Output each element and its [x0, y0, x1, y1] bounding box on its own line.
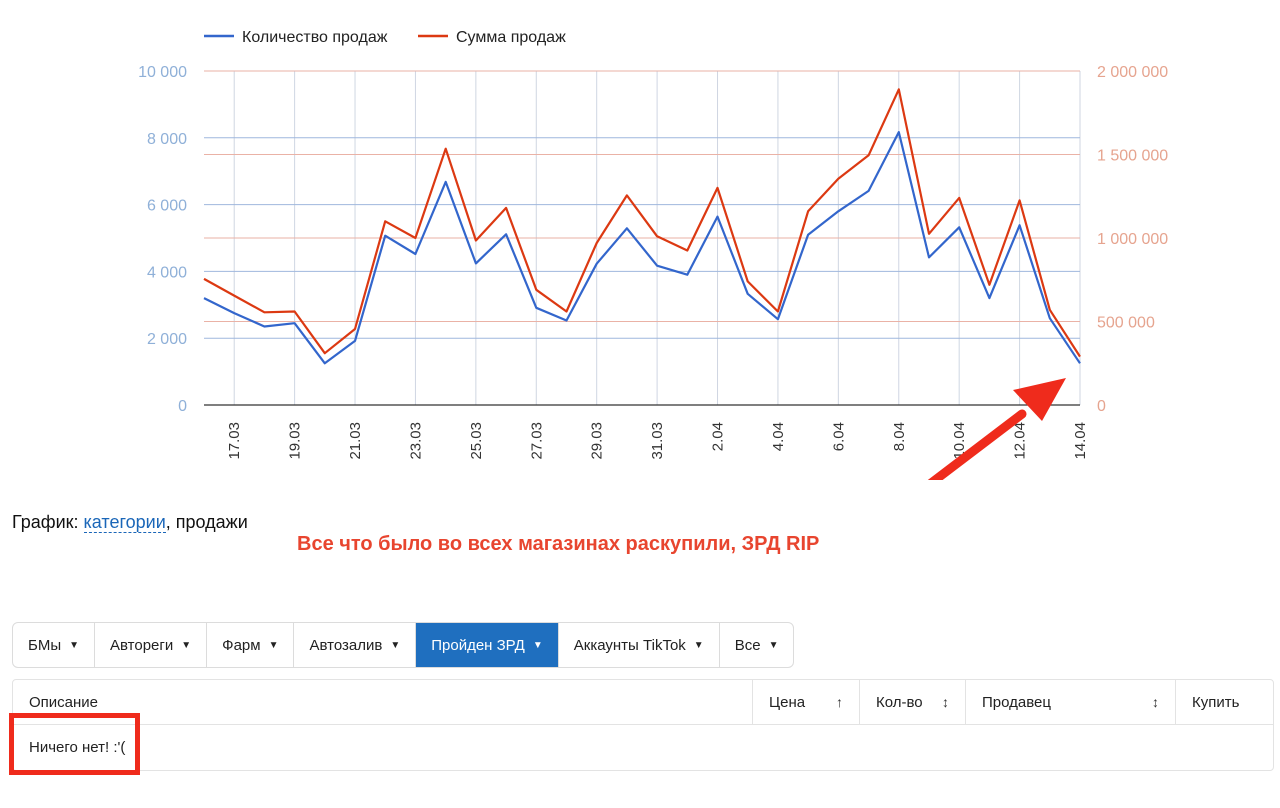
column-price[interactable]: Цена ↑ — [752, 680, 859, 724]
empty-state-text: Ничего нет! :'( — [29, 739, 126, 756]
caret-down-icon: ▼ — [532, 639, 543, 651]
tab-label: Все — [734, 636, 761, 654]
y-right-tick-label: 1 000 000 — [1097, 231, 1168, 248]
categories-link[interactable]: категории — [83, 512, 166, 533]
graph-caption-suffix: , продажи — [165, 512, 248, 532]
table-header: Описание Цена ↑ Кол-во ↕ Продавец ↕ Купи… — [13, 680, 1273, 725]
column-description[interactable]: Описание — [13, 680, 752, 724]
x-tick-label: 27.03 — [528, 422, 545, 460]
caret-down-icon: ▼ — [768, 639, 779, 651]
series-line-sum — [203, 88, 1081, 358]
x-tick-label: 29.03 — [589, 422, 606, 460]
x-tick-label: 21.03 — [347, 422, 364, 460]
y-left-tick-label: 8 000 — [147, 131, 187, 148]
y-right-tick-label: 0 — [1097, 398, 1106, 415]
column-seller[interactable]: Продавец ↕ — [965, 680, 1175, 724]
y-left-tick-label: 0 — [178, 398, 187, 415]
column-label: Описание — [29, 693, 99, 711]
chart-series — [203, 88, 1081, 365]
sort-toggle-icon: ↕ — [942, 694, 949, 710]
tab-tiktok-accounts[interactable]: Аккаунты TikTok ▼ — [559, 623, 720, 667]
y-right-tick-label: 2 000 000 — [1097, 64, 1168, 81]
x-tick-label: 6.04 — [830, 422, 847, 451]
tab-label: Автореги — [110, 636, 174, 654]
x-tick-label: 8.04 — [891, 422, 908, 451]
tab-bm[interactable]: БМы ▼ — [13, 623, 96, 667]
column-label: Продавец — [982, 693, 1051, 711]
annotation-arrow — [927, 378, 1066, 480]
column-quantity[interactable]: Кол-во ↕ — [859, 680, 965, 724]
caret-down-icon: ▼ — [69, 639, 80, 651]
graph-caption: График: категории, продажи — [12, 512, 248, 533]
tab-autozaliv[interactable]: Автозалив ▼ — [294, 623, 417, 667]
column-buy: Купить — [1175, 680, 1273, 724]
tab-label: Пройден ЗРД — [431, 636, 525, 654]
tab-all[interactable]: Все ▼ — [720, 623, 794, 667]
x-tick-label: 19.03 — [287, 422, 304, 460]
y-left-tick-label: 6 000 — [147, 198, 187, 215]
tab-label: БМы — [28, 636, 62, 654]
tab-autoregs[interactable]: Автореги ▼ — [95, 623, 208, 667]
products-table: Описание Цена ↑ Кол-во ↕ Продавец ↕ Купи… — [12, 679, 1274, 771]
sort-toggle-icon: ↕ — [1152, 694, 1159, 710]
caret-down-icon: ▼ — [268, 639, 279, 651]
caret-down-icon: ▼ — [181, 639, 192, 651]
x-tick-label: 12.04 — [1012, 422, 1029, 460]
tab-farm[interactable]: Фарм ▼ — [207, 623, 295, 667]
column-label: Цена — [769, 693, 806, 711]
x-tick-label: 23.03 — [407, 422, 424, 460]
y-left-tick-label: 10 000 — [138, 64, 187, 81]
y-left-tick-label: 2 000 — [147, 331, 187, 348]
y-right-tick-label: 500 000 — [1097, 315, 1155, 332]
caret-down-icon: ▼ — [693, 639, 704, 651]
x-tick-label: 17.03 — [226, 422, 243, 460]
column-label: Купить — [1192, 693, 1240, 711]
y-left-tick-label: 4 000 — [147, 264, 187, 281]
tab-label: Автозалив — [309, 636, 383, 654]
legend-label: Сумма продаж — [456, 29, 566, 46]
column-label: Кол-во — [876, 693, 923, 711]
x-tick-label: 4.04 — [770, 422, 787, 451]
x-tick-label: 2.04 — [710, 422, 727, 451]
category-tabs: БМы ▼ Автореги ▼ Фарм ▼ Автозалив ▼ Пройден … — [12, 622, 795, 668]
sort-asc-icon: ↑ — [836, 694, 843, 710]
graph-caption-prefix: График: — [12, 512, 79, 532]
tab-label: Фарм — [222, 636, 261, 654]
x-tick-label: 14.04 — [1072, 422, 1089, 460]
x-tick-label: 31.03 — [649, 422, 666, 460]
tab-label: Аккаунты TikTok — [573, 636, 686, 654]
sales-chart: Количество продаж Сумма продаж 0 2 000 4 00… — [138, 29, 1168, 480]
legend-label: Количество продаж — [242, 29, 388, 46]
x-tick-label: 25.03 — [468, 422, 485, 460]
chart-legend: Количество продаж Сумма продаж — [204, 29, 566, 46]
annotation-text: Все что было во всех магазинах раскупили… — [297, 533, 820, 555]
y-right-tick-label: 1 500 000 — [1097, 148, 1168, 165]
caret-down-icon: ▼ — [390, 639, 401, 651]
empty-state-row: Ничего нет! :'( — [13, 725, 1273, 770]
series-line-count — [203, 131, 1081, 365]
tab-zrd-passed[interactable]: Пройден ЗРД ▼ — [416, 623, 559, 667]
